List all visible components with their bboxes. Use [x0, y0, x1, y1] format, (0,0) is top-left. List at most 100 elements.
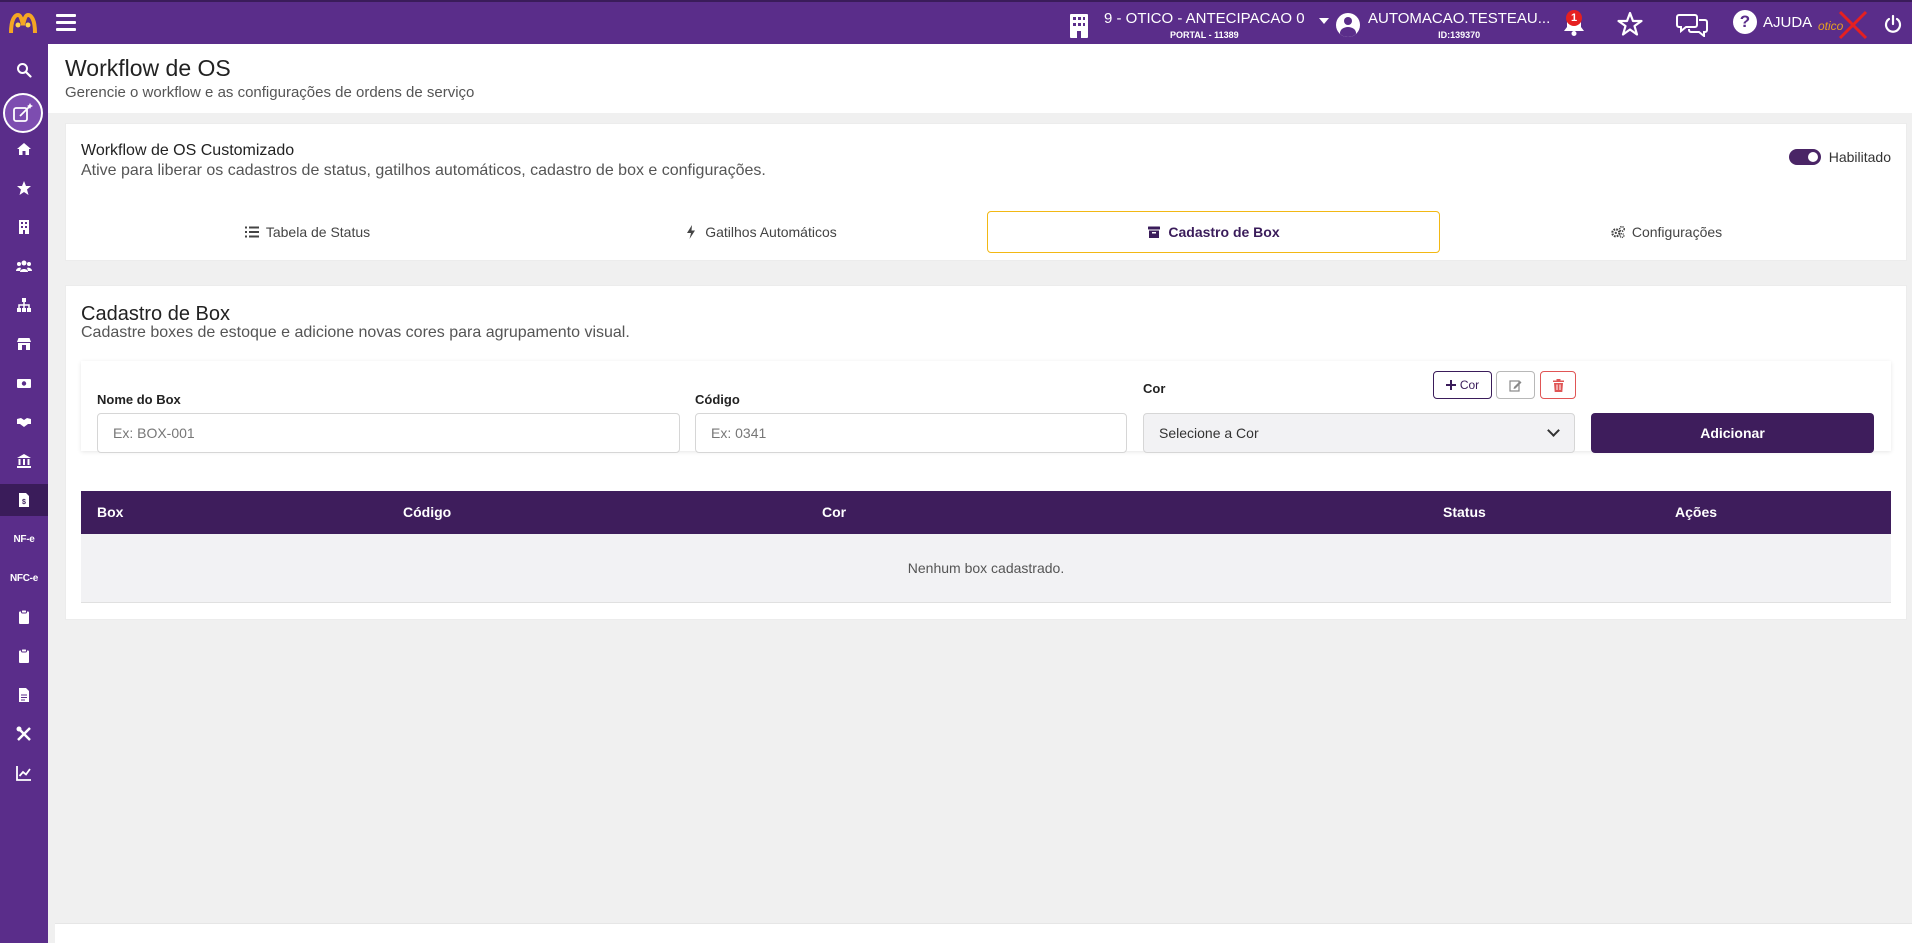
page-title: Workflow de OS	[65, 55, 231, 81]
star-icon[interactable]	[1616, 11, 1644, 37]
sidebar-item-clipboard-1[interactable]	[0, 601, 48, 633]
sidebar-item-search[interactable]	[0, 54, 48, 86]
column-header-box: Box	[97, 504, 124, 520]
sidebar-item-partners[interactable]	[0, 406, 48, 438]
svg-text:$: $	[22, 499, 26, 506]
tab-label: Cadastro de Box	[1168, 224, 1280, 240]
bank-icon	[17, 454, 31, 468]
toggle-label: Habilitado	[1828, 149, 1891, 165]
tab-box-registration[interactable]: Cadastro de Box	[987, 211, 1440, 253]
file-invoice-icon: $	[19, 493, 29, 507]
workflow-enabled-toggle[interactable]: Habilitado	[1788, 149, 1891, 165]
add-box-button[interactable]: Adicionar	[1591, 413, 1874, 453]
help-button[interactable]: ? AJUDA	[1733, 10, 1812, 34]
sidebar-item-nfce[interactable]: NFC-e	[0, 562, 48, 594]
tab-label: Configurações	[1631, 224, 1723, 240]
app-logo[interactable]	[9, 11, 37, 37]
sidebar-item-hierarchy[interactable]	[0, 289, 48, 321]
tab-settings[interactable]: Configurações	[1440, 211, 1893, 253]
table-empty-row: Nenhum box cadastrado.	[81, 534, 1891, 603]
star-icon	[17, 181, 31, 195]
handshake-icon	[17, 418, 31, 427]
file-text-icon	[19, 688, 29, 702]
sidebar: $ NF-e NFC-e	[0, 44, 48, 943]
menu-toggle-button[interactable]	[56, 14, 76, 32]
power-icon[interactable]	[1884, 14, 1902, 34]
sidebar-item-bank[interactable]	[0, 445, 48, 477]
workflow-settings-card: Workflow de OS Customizado Ative para li…	[65, 123, 1907, 261]
question-icon: ?	[1733, 10, 1757, 34]
plus-icon	[1445, 380, 1456, 390]
delete-color-button[interactable]	[1540, 371, 1576, 399]
sidebar-item-company[interactable]	[0, 211, 48, 243]
edit-color-button[interactable]	[1496, 371, 1535, 399]
magic-wand-icon	[13, 103, 33, 122]
chat-icon[interactable]	[1676, 11, 1708, 37]
box-form: Nome do Box Código Cor Cor Selecione a C…	[81, 361, 1891, 453]
add-color-button[interactable]: Cor	[1433, 371, 1492, 399]
users-icon	[16, 260, 32, 272]
store-name: 9 - OTICO - ANTECIPACAO 0	[1104, 10, 1305, 27]
page-header: Workflow de OS Gerencie o workflow e as …	[48, 44, 1912, 113]
trash-icon	[1552, 378, 1564, 392]
sidebar-item-nfe[interactable]: NF-e	[0, 523, 48, 555]
box-registration-card: Cadastro de Box Cadastre boxes de estoqu…	[65, 285, 1907, 620]
store-portal: PORTAL - 11389	[1169, 30, 1239, 40]
box-table: Box Código Cor Status Ações Nenhum box c…	[81, 491, 1891, 603]
page-footer	[55, 923, 1912, 943]
building-icon	[1070, 14, 1088, 38]
building-icon	[19, 220, 29, 234]
bolt-icon	[687, 225, 696, 239]
help-label: AJUDA	[1763, 13, 1813, 31]
tab-label: Tabela de Status	[265, 224, 371, 240]
home-icon	[17, 143, 31, 155]
sidebar-item-finance[interactable]	[0, 367, 48, 399]
box-code-input[interactable]	[695, 413, 1127, 453]
color-label: Cor	[1143, 381, 1166, 396]
user-name: AUTOMACAO.TESTEAU...	[1368, 10, 1551, 27]
column-header-actions: Ações	[1675, 504, 1718, 520]
money-bill-icon	[17, 379, 31, 388]
store-selector[interactable]: 9 - OTICO - ANTECIPACAO 0 PORTAL - 11389	[1068, 10, 1329, 40]
sidebar-item-favorites[interactable]	[0, 172, 48, 204]
top-bar: 9 - OTICO - ANTECIPACAO 0 PORTAL - 11389…	[0, 0, 1912, 44]
user-menu[interactable]: AUTOMACAO.TESTEAU... ID:139370	[1336, 10, 1550, 40]
tab-label: Gatilhos Automáticos	[705, 224, 837, 240]
toggle-switch[interactable]	[1788, 149, 1821, 165]
tab-status-table[interactable]: Tabela de Status	[81, 211, 534, 253]
add-color-label: Cor	[1459, 378, 1480, 392]
sidebar-item-service-orders[interactable]: $	[0, 484, 48, 516]
sidebar-item-document[interactable]	[0, 679, 48, 711]
sidebar-item-home[interactable]	[0, 133, 48, 165]
sidebar-item-magic[interactable]	[3, 93, 43, 133]
box-code-label: Código	[695, 392, 740, 407]
user-id: ID:139370	[1438, 30, 1481, 40]
nfe-icon: NF-e	[13, 533, 35, 545]
clipboard-check-icon	[19, 648, 29, 663]
tab-automatic-triggers[interactable]: Gatilhos Automáticos	[534, 211, 987, 253]
workflow-card-description: Ative para liberar os cadastros de statu…	[81, 162, 766, 179]
column-header-color: Cor	[822, 504, 847, 520]
sitemap-icon	[17, 298, 31, 312]
brand-logo-icon: otico	[1818, 10, 1868, 40]
list-icon	[244, 226, 259, 238]
tools-icon	[16, 726, 31, 741]
sidebar-item-reports[interactable]	[0, 757, 48, 789]
color-select[interactable]: Selecione a Cor	[1143, 413, 1575, 453]
sidebar-item-clipboard-2[interactable]	[0, 640, 48, 672]
color-select-value: Selecione a Cor	[1159, 425, 1259, 441]
sidebar-item-store[interactable]	[0, 328, 48, 360]
chart-line-icon	[16, 766, 31, 781]
chevron-down-icon	[1547, 424, 1560, 437]
sidebar-item-tools[interactable]	[0, 718, 48, 750]
box-name-input[interactable]	[97, 413, 680, 453]
gears-icon	[1611, 225, 1625, 239]
nfce-icon: NFC-e	[10, 572, 38, 584]
notification-badge: 1	[1566, 10, 1582, 26]
box-card-title: Cadastro de Box	[81, 303, 230, 325]
box-icon	[1148, 226, 1161, 238]
column-header-code: Código	[403, 504, 452, 520]
column-header-status: Status	[1443, 504, 1486, 520]
sidebar-item-users[interactable]	[0, 250, 48, 282]
page-subtitle: Gerencie o workflow e as configurações d…	[65, 84, 475, 101]
